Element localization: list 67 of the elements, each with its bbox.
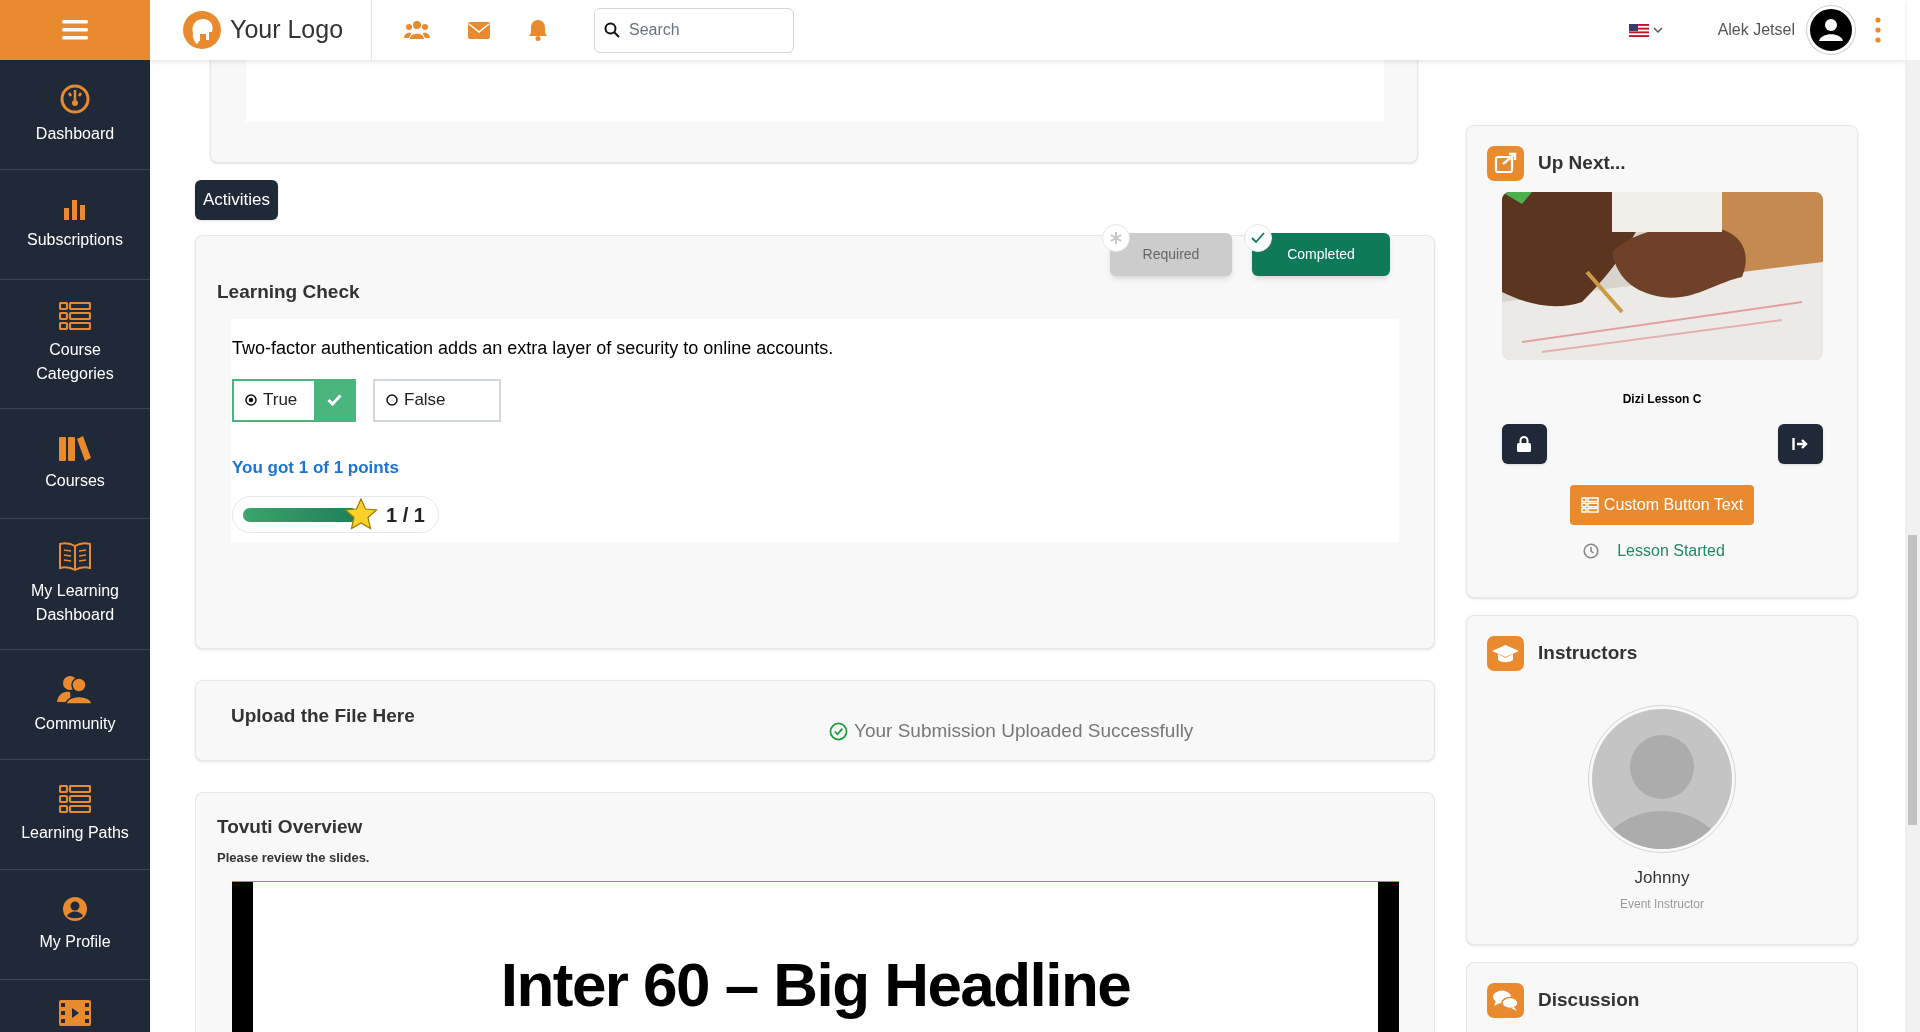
card-subtitle: Please review the slides. [217, 848, 371, 867]
bar-chart-icon [64, 197, 86, 220]
menu-button[interactable] [0, 0, 150, 60]
search-icon [604, 21, 620, 38]
card-title: Tovuti Overview [217, 815, 364, 839]
status-badge: Completed [1252, 233, 1390, 276]
upload-status: Your Submission Uploaded Successfully [854, 719, 1194, 743]
next-button[interactable] [1777, 424, 1823, 464]
lesson-status: Lesson Started [1617, 541, 1725, 561]
gauge-icon [60, 83, 90, 114]
menu-icon [62, 19, 88, 41]
activities-tab[interactable]: Activities [195, 180, 279, 220]
share-icon [1487, 146, 1524, 181]
status-badge: Required [1110, 233, 1232, 276]
question-text: Two-factor authentication adds an extra layer of security to online accounts. [232, 336, 835, 360]
people-icon[interactable] [404, 20, 430, 40]
arrow-right-icon [1792, 437, 1808, 451]
user-circle-icon [62, 895, 88, 922]
lock-icon [1517, 436, 1531, 452]
elephant-logo-icon [182, 10, 222, 50]
list-icon [59, 302, 91, 330]
answer-option[interactable]: False [373, 378, 501, 422]
user-name[interactable]: Alek Jetsel [1717, 18, 1795, 42]
lesson-title: Dizi Lesson C [1622, 391, 1702, 408]
caret-icon [1652, 26, 1663, 34]
sidebar-item[interactable]: Course Categories [0, 280, 150, 409]
books-icon [59, 434, 91, 461]
instructor-name: Johnny [1634, 867, 1690, 889]
answer-option[interactable]: True [232, 378, 356, 422]
card-title: Learning Check [217, 280, 361, 304]
card-title: Upload the File Here [231, 704, 415, 728]
logo-text: Your Logo [230, 14, 344, 46]
list-icon [59, 784, 91, 813]
score-result: You got 1 of 1 points [232, 456, 400, 479]
graduation-cap-icon [1487, 636, 1524, 671]
sidebar-item[interactable]: Courses [0, 409, 150, 519]
flag-icon [1628, 23, 1649, 37]
scrollbar[interactable] [1905, 60, 1920, 1032]
lock-button[interactable] [1501, 424, 1547, 464]
more-icon[interactable] [1875, 17, 1881, 43]
card-title: Instructors [1538, 641, 1638, 666]
sidebar-item[interactable]: Learning Paths [0, 760, 150, 870]
language-dropdown[interactable] [1628, 23, 1663, 37]
mail-icon[interactable] [468, 21, 490, 39]
radio-icon [386, 394, 398, 406]
score-reading: 1 / 1 [386, 502, 425, 528]
card-title: Discussion [1538, 988, 1640, 1013]
radio-icon [245, 394, 257, 406]
users-icon [57, 673, 93, 704]
check-circle-icon [829, 721, 848, 741]
sidebar-item[interactable]: My Profile [0, 870, 150, 980]
avatar-button[interactable] [1807, 6, 1855, 54]
bell-icon[interactable] [528, 19, 548, 41]
chat-icon [1487, 983, 1524, 1018]
open-book-icon [58, 541, 92, 571]
film-icon [59, 1000, 91, 1026]
star-icon [344, 497, 378, 530]
sidebar-item[interactable]: Dashboard [0, 60, 150, 170]
check-icon [314, 380, 354, 420]
card-title: Up Next... [1538, 151, 1626, 176]
sidebar-item[interactable]: Subscriptions [0, 170, 150, 280]
clock-icon [1583, 543, 1600, 559]
search-field[interactable]: Search [594, 7, 794, 53]
list-icon [1580, 497, 1599, 513]
instructor-role: Event Instructor [1619, 895, 1704, 913]
sidebar-item[interactable]: Community [0, 650, 150, 760]
sidebar-item[interactable]: My Learning Dashboard [0, 519, 150, 650]
